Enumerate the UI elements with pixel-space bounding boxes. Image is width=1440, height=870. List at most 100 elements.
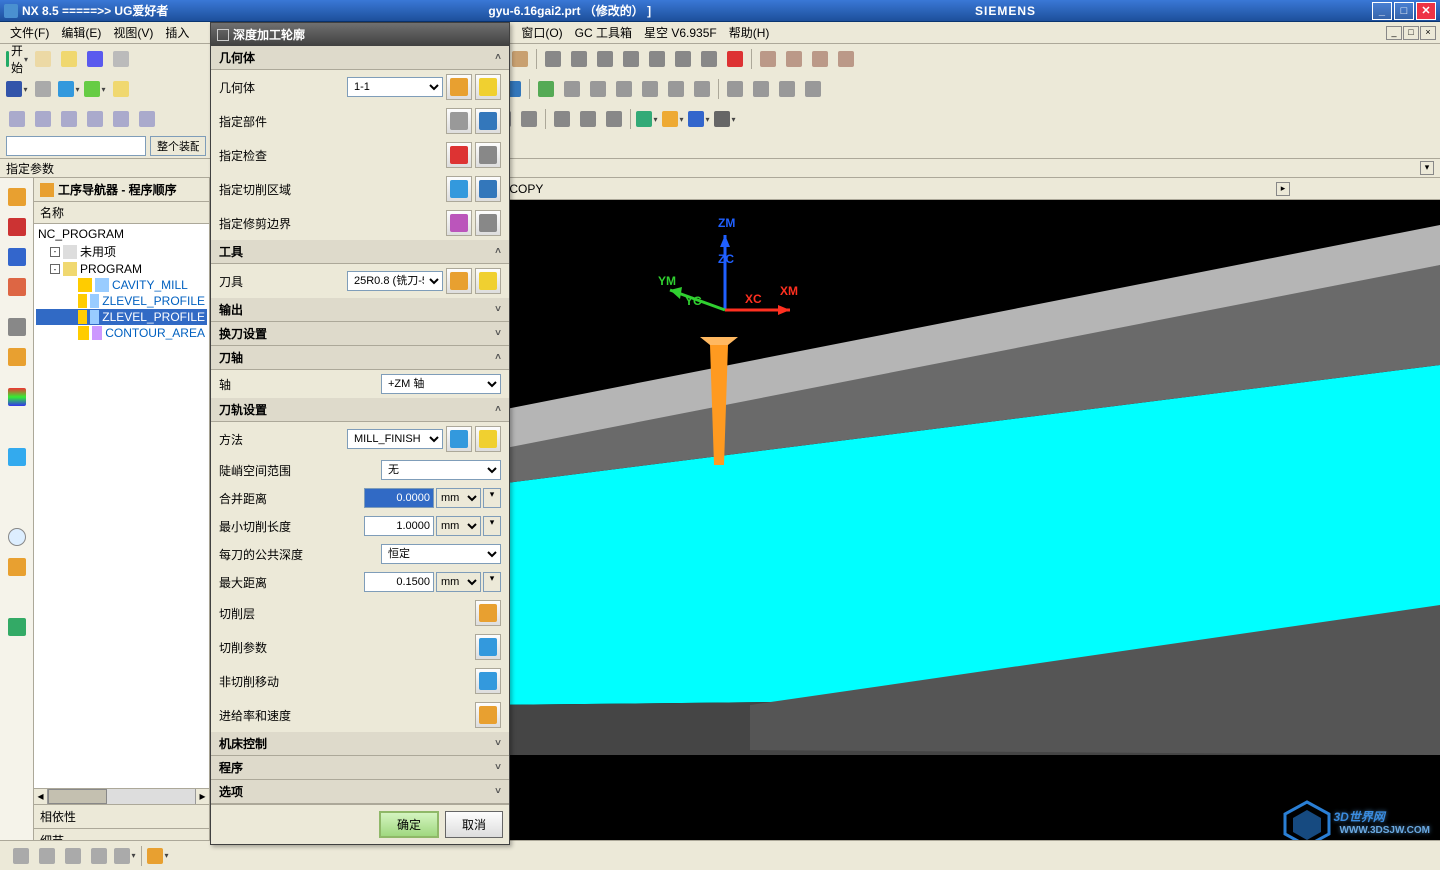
merge-unit[interactable]: mm <box>436 488 481 508</box>
start-button[interactable]: 开始 <box>5 47 29 71</box>
check-display-button[interactable] <box>475 142 501 168</box>
context-panel-toggle[interactable]: ▸ <box>1276 182 1290 196</box>
new-button[interactable] <box>31 47 55 71</box>
side-icon-7[interactable] <box>5 385 29 409</box>
menu-insert[interactable]: 插入 <box>159 23 195 42</box>
minimize-button[interactable]: _ <box>1372 2 1392 20</box>
bt-2[interactable] <box>35 844 59 868</box>
tb-r3-3[interactable] <box>57 107 81 131</box>
sec-options[interactable]: 选项˅ <box>211 780 509 804</box>
sec-toolchange[interactable]: 换刀设置˅ <box>211 322 509 346</box>
tb-13[interactable] <box>834 47 858 71</box>
depth-combo[interactable]: 恒定 <box>381 544 501 564</box>
axis-combo[interactable]: +ZM 轴 <box>381 374 501 394</box>
geom-edit-button[interactable] <box>446 74 472 100</box>
tb-r3-9[interactable] <box>550 107 574 131</box>
sec-axis[interactable]: 刀轴˄ <box>211 346 509 370</box>
param-collapse[interactable]: ▾ <box>1420 161 1434 175</box>
menu-file[interactable]: 文件(F) <box>4 23 55 42</box>
cut-params-button[interactable] <box>475 634 501 660</box>
tree-root[interactable]: NC_PROGRAM <box>36 226 207 242</box>
tb-r2-9[interactable] <box>586 77 610 101</box>
tb-r2-3[interactable] <box>83 77 107 101</box>
tree-op-z1[interactable]: ZLEVEL_PROFILE <box>36 293 207 309</box>
close-button[interactable]: ✕ <box>1416 2 1436 20</box>
tb-7[interactable] <box>645 47 669 71</box>
minlen-dd[interactable]: ▾ <box>483 516 501 536</box>
tool-edit-button[interactable] <box>475 268 501 294</box>
tb-9[interactable] <box>697 47 721 71</box>
restore-button[interactable]: □ <box>1394 2 1414 20</box>
selection-filter-combo[interactable] <box>6 136 146 156</box>
tb-r3-6[interactable] <box>135 107 159 131</box>
tb-r3-2[interactable] <box>31 107 55 131</box>
part-display-button[interactable] <box>475 108 501 134</box>
merge-input[interactable] <box>364 488 434 508</box>
side-icon-4[interactable] <box>5 275 29 299</box>
tb-del[interactable] <box>723 47 747 71</box>
tool-new-button[interactable] <box>446 268 472 294</box>
tb-r3-8[interactable] <box>517 107 541 131</box>
tb-5[interactable] <box>593 47 617 71</box>
sec-machine[interactable]: 机床控制˅ <box>211 732 509 756</box>
side-icon-10[interactable] <box>5 555 29 579</box>
nav-tree[interactable]: NC_PROGRAM -未用项 -PROGRAM CAVITY_MILL ZLE… <box>34 224 209 788</box>
nav-dep[interactable]: 相依性 <box>34 804 209 828</box>
cut-display-button[interactable] <box>475 176 501 202</box>
collapse-icon[interactable]: - <box>50 264 60 274</box>
sel-filter[interactable] <box>5 77 29 101</box>
tb-r3-12[interactable] <box>635 107 659 131</box>
tree-op-contour[interactable]: CONTOUR_AREA <box>36 325 207 341</box>
tb-4[interactable] <box>567 47 591 71</box>
menu-window[interactable]: 窗口(O) <box>515 23 568 42</box>
bt-1[interactable] <box>9 844 33 868</box>
side-clock-icon[interactable] <box>5 525 29 549</box>
bt-5[interactable] <box>113 844 137 868</box>
side-icon-11[interactable] <box>5 615 29 639</box>
mdi-restore[interactable]: □ <box>1403 26 1419 40</box>
tb-r2-8[interactable] <box>560 77 584 101</box>
check-select-button[interactable] <box>446 142 472 168</box>
geom-wrench-button[interactable] <box>475 74 501 100</box>
tb-r2-15[interactable] <box>749 77 773 101</box>
save-button[interactable] <box>83 47 107 71</box>
maxd-input[interactable] <box>364 572 434 592</box>
tb-r2-7[interactable] <box>534 77 558 101</box>
tree-program[interactable]: -PROGRAM <box>36 261 207 277</box>
cut-select-button[interactable] <box>446 176 472 202</box>
trim-select-button[interactable] <box>446 210 472 236</box>
cut-level-button[interactable] <box>475 600 501 626</box>
feed-button[interactable] <box>475 702 501 728</box>
tb-3[interactable] <box>541 47 565 71</box>
tb-11[interactable] <box>782 47 806 71</box>
open-button[interactable] <box>57 47 81 71</box>
geom-combo[interactable]: 1-1 <box>347 77 443 97</box>
pin-icon[interactable] <box>217 29 229 41</box>
tb-r3-11[interactable] <box>602 107 626 131</box>
print-button[interactable] <box>109 47 133 71</box>
tree-op-z2-selected[interactable]: ZLEVEL_PROFILE <box>36 309 207 325</box>
tb-r2-17[interactable] <box>801 77 825 101</box>
sec-tool[interactable]: 工具˄ <box>211 240 509 264</box>
sec-geometry[interactable]: 几何体˄ <box>211 46 509 70</box>
bt-3[interactable] <box>61 844 85 868</box>
tb-12[interactable] <box>808 47 832 71</box>
sec-output[interactable]: 输出˅ <box>211 298 509 322</box>
menu-help[interactable]: 帮助(H) <box>723 23 776 42</box>
method-edit-button[interactable] <box>446 426 472 452</box>
maxd-dd[interactable]: ▾ <box>483 572 501 592</box>
dialog-title-bar[interactable]: 深度加工轮廓 <box>211 23 509 46</box>
tb-r3-5[interactable] <box>109 107 133 131</box>
side-nav-icon[interactable] <box>5 185 29 209</box>
collapse-icon[interactable]: - <box>50 247 60 257</box>
minlen-input[interactable] <box>364 516 434 536</box>
side-icon-6[interactable] <box>5 345 29 369</box>
tb-8[interactable] <box>671 47 695 71</box>
tb-r2-14[interactable] <box>723 77 747 101</box>
method-combo[interactable]: MILL_FINISH <box>347 429 443 449</box>
steep-combo[interactable]: 无 <box>381 460 501 480</box>
tb-r3-1[interactable] <box>5 107 29 131</box>
tb-r3-14[interactable] <box>687 107 711 131</box>
side-icon-2[interactable] <box>5 215 29 239</box>
tb-r2-1[interactable] <box>31 77 55 101</box>
